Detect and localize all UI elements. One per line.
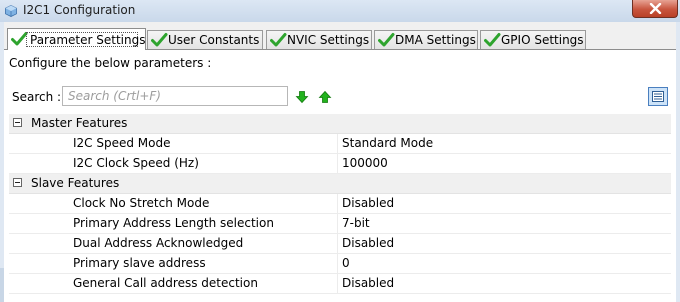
collapse-icon[interactable]	[13, 178, 22, 187]
group-label: Master Features	[31, 116, 128, 130]
tab-label: DMA Settings	[395, 33, 476, 47]
param-row[interactable]: General Call address detection Disabled	[9, 274, 671, 294]
group-header-master-features[interactable]: Master Features	[9, 114, 671, 134]
column-divider	[337, 274, 338, 293]
tab-user-constants[interactable]: User Constants	[147, 30, 263, 49]
configure-label: Configure the below parameters :	[9, 56, 212, 70]
tab-nvic-settings[interactable]: NVIC Settings	[266, 30, 372, 49]
param-value[interactable]: 7-bit	[342, 216, 370, 230]
param-row[interactable]: I2C Speed Mode Standard Mode	[9, 134, 671, 154]
param-value[interactable]: 100000	[342, 156, 388, 170]
param-name: Clock No Stretch Mode	[73, 196, 210, 210]
tab-label: User Constants	[168, 33, 260, 47]
column-divider	[337, 214, 338, 233]
tab-label: GPIO Settings	[501, 33, 584, 47]
arrow-down-icon[interactable]	[295, 90, 309, 104]
param-value[interactable]: Disabled	[342, 196, 394, 210]
parameter-settings-panel: Configure the below parameters : Search …	[4, 49, 676, 302]
param-name: Dual Address Acknowledged	[73, 236, 244, 250]
param-value[interactable]: Disabled	[342, 276, 394, 290]
tab-parameter-settings[interactable]: Parameter Settings	[7, 28, 146, 50]
param-value[interactable]: Disabled	[342, 236, 394, 250]
tab-gpio-settings[interactable]: GPIO Settings	[480, 30, 586, 49]
param-row[interactable]: Clock No Stretch Mode Disabled	[9, 194, 671, 214]
param-name: I2C Speed Mode	[73, 136, 171, 150]
list-view-button[interactable]	[648, 87, 668, 106]
group-header-slave-features[interactable]: Slave Features	[9, 174, 671, 194]
close-button[interactable]	[632, 0, 678, 18]
param-name: I2C Clock Speed (Hz)	[73, 156, 199, 170]
window-frame-edge	[0, 268, 4, 302]
search-label: Search :	[12, 90, 62, 104]
check-icon	[484, 33, 501, 47]
check-icon	[151, 33, 168, 47]
column-divider	[337, 154, 338, 173]
column-divider	[337, 194, 338, 213]
param-value[interactable]: 0	[342, 256, 350, 270]
search-input[interactable]	[62, 86, 288, 106]
arrow-up-icon[interactable]	[318, 90, 332, 104]
param-row[interactable]: Dual Address Acknowledged Disabled	[9, 234, 671, 254]
list-view-icon	[652, 91, 664, 102]
group-label: Slave Features	[31, 176, 120, 190]
title-bar: I2C1 Configuration	[0, 0, 680, 22]
tab-strip: Parameter Settings User Constants NVIC S…	[4, 28, 676, 50]
check-icon	[270, 33, 287, 47]
param-name: General Call address detection	[73, 276, 258, 290]
column-divider	[337, 234, 338, 253]
tab-label: Parameter Settings	[30, 33, 146, 47]
column-divider	[337, 254, 338, 273]
check-icon	[378, 33, 395, 47]
param-name: Primary Address Length selection	[73, 216, 274, 230]
param-row[interactable]: I2C Clock Speed (Hz) 100000	[9, 154, 671, 174]
dialog-content: Parameter Settings User Constants NVIC S…	[4, 22, 676, 302]
param-row[interactable]: Primary slave address 0	[9, 254, 671, 274]
tab-dma-settings[interactable]: DMA Settings	[374, 30, 478, 49]
tab-label: NVIC Settings	[287, 33, 370, 47]
cube-icon	[5, 5, 17, 17]
column-divider	[337, 134, 338, 153]
param-name: Primary slave address	[73, 256, 206, 270]
collapse-icon[interactable]	[13, 118, 22, 127]
parameter-grid: Master Features I2C Speed Mode Standard …	[9, 114, 671, 294]
param-value[interactable]: Standard Mode	[342, 136, 433, 150]
close-icon	[649, 3, 662, 14]
window-title: I2C1 Configuration	[23, 3, 136, 17]
param-row[interactable]: Primary Address Length selection 7-bit	[9, 214, 671, 234]
